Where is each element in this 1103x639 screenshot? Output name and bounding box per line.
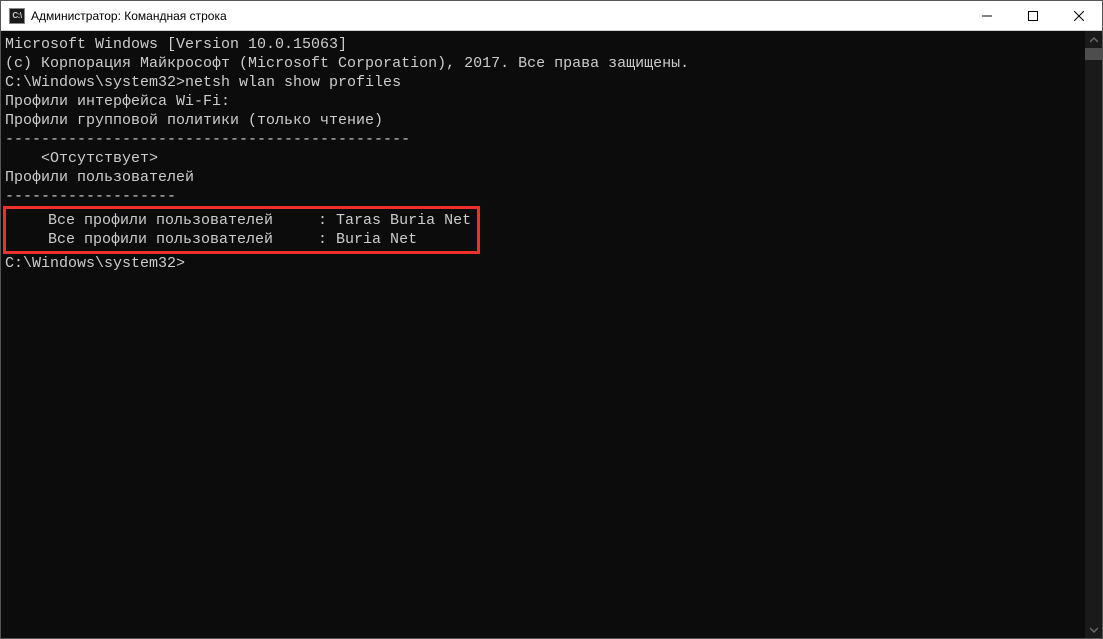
output-line: Профили интерфейса Wi-Fi: [5, 92, 1085, 111]
minimize-button[interactable] [964, 1, 1010, 30]
terminal-output[interactable]: Microsoft Windows [Version 10.0.15063](c… [1, 31, 1085, 638]
scroll-down-button[interactable] [1085, 621, 1102, 638]
vertical-scrollbar[interactable] [1085, 31, 1102, 638]
highlight-box: Все профили пользователей : Taras Buria … [3, 206, 480, 254]
prompt-line: C:\Windows\system32>netsh wlan show prof… [5, 73, 1085, 92]
titlebar: C:\ Администратор: Командная строка [1, 1, 1102, 31]
profile-line: Все профили пользователей : Buria Net [12, 230, 471, 249]
output-line: (c) Корпорация Майкрософт (Microsoft Cor… [5, 54, 1085, 73]
output-line: Microsoft Windows [Version 10.0.15063] [5, 35, 1085, 54]
output-line: ------------------- [5, 187, 1085, 206]
chevron-up-icon [1090, 36, 1098, 44]
chevron-down-icon [1090, 626, 1098, 634]
terminal-area: Microsoft Windows [Version 10.0.15063](c… [1, 31, 1102, 638]
output-line: Профили групповой политики (только чтени… [5, 111, 1085, 130]
output-line: <Отсутствует> [5, 149, 1085, 168]
cmd-icon: C:\ [9, 8, 25, 24]
minimize-icon [982, 11, 992, 21]
maximize-icon [1028, 11, 1038, 21]
scroll-thumb[interactable] [1085, 48, 1102, 60]
output-line: Профили пользователей [5, 168, 1085, 187]
profile-line: Все профили пользователей : Taras Buria … [12, 211, 471, 230]
maximize-button[interactable] [1010, 1, 1056, 30]
scroll-up-button[interactable] [1085, 31, 1102, 48]
close-button[interactable] [1056, 1, 1102, 30]
close-icon [1074, 11, 1084, 21]
window-controls [964, 1, 1102, 30]
output-line: ----------------------------------------… [5, 130, 1085, 149]
window-title: Администратор: Командная строка [31, 9, 964, 23]
prompt-line: C:\Windows\system32> [5, 254, 1085, 273]
